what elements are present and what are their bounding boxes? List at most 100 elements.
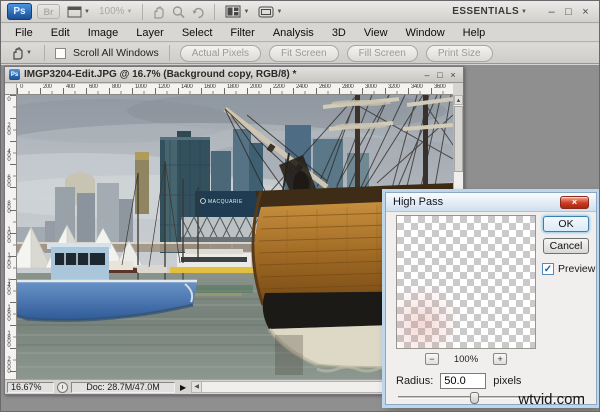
ruler-label: 0 xyxy=(6,97,12,101)
screen-mode-button[interactable]: ▼ xyxy=(256,6,284,18)
chevron-down-icon: ▼ xyxy=(84,8,90,15)
menu-item-image[interactable]: Image xyxy=(79,25,128,41)
document-titlebar[interactable]: Ps IMGP3204-Edit.JPG @ 16.7% (Background… xyxy=(5,67,463,83)
ruler-label: 800 xyxy=(6,201,12,213)
preview-option: ✓ Preview xyxy=(542,263,595,275)
scrollbar-thumb[interactable] xyxy=(454,106,463,172)
scroll-all-windows-checkbox[interactable] xyxy=(54,47,66,59)
ruler-label: 600 xyxy=(6,175,12,187)
zoom-out-button[interactable]: − xyxy=(424,353,439,365)
menu-bar: File Edit Image Layer Select Filter Analysis 3D… xyxy=(1,24,599,42)
menu-item-filter[interactable]: Filter xyxy=(221,25,263,41)
arrange-documents-button[interactable]: ▼ xyxy=(223,5,251,18)
preview-zoom-level: 100% xyxy=(453,353,479,365)
chevron-down-icon: ▼ xyxy=(243,8,250,15)
zoom-in-button[interactable]: + xyxy=(493,353,508,365)
photoshop-logo-icon: Ps xyxy=(7,3,32,20)
status-clock-icon xyxy=(57,381,68,393)
menu-item-layer[interactable]: Layer xyxy=(127,25,173,41)
cancel-button[interactable]: Cancel xyxy=(543,238,589,254)
status-zoom-field[interactable]: 16.67% xyxy=(7,381,54,393)
ruler-top: 0 200 400 600 800 1000 1200 1400 1600 1800 2000 220… xyxy=(17,84,453,95)
ruler-label: 3200 xyxy=(388,84,400,90)
menu-item-3d[interactable]: 3D xyxy=(323,25,355,41)
menu-item-window[interactable]: Window xyxy=(397,25,454,41)
radius-input[interactable] xyxy=(440,373,487,389)
high-pass-dialog: High Pass × OK Cancel ✓ Preview − 100% +… xyxy=(385,192,597,405)
document-title: IMGP3204-Edit.JPG @ 16.7% (Background co… xyxy=(24,69,297,80)
dialog-titlebar[interactable]: High Pass × xyxy=(386,193,596,212)
document-window-controls: – □ × xyxy=(421,70,459,80)
window-controls: – □ × xyxy=(544,6,593,18)
window-extras-icon xyxy=(67,6,82,17)
menu-item-analysis[interactable]: Analysis xyxy=(264,25,323,41)
screen-mode-icon xyxy=(258,6,274,17)
building-sign-text: MACQUARIE xyxy=(208,199,243,205)
menu-item-view[interactable]: View xyxy=(355,25,397,41)
workspace-switcher[interactable]: ESSENTIALS ▼ xyxy=(450,6,529,17)
fill-screen-button[interactable]: Fill Screen xyxy=(346,44,418,62)
ruler-label: 2000 xyxy=(6,357,12,373)
chevron-down-icon: ▼ xyxy=(26,50,32,56)
ruler-left: 0 200 400 600 800 1000 1200 1400 1600 1800 2000 xyxy=(5,95,17,379)
ruler-label: 2800 xyxy=(342,84,354,90)
ruler-label: 2000 xyxy=(250,84,262,90)
menu-item-help[interactable]: Help xyxy=(454,25,495,41)
ruler-label: 2200 xyxy=(273,84,285,90)
options-buttons: Actual Pixels Fit Screen Fill Screen Print … xyxy=(179,44,493,62)
hand-tool-icon xyxy=(13,47,23,60)
dialog-close-button[interactable]: × xyxy=(560,195,589,209)
menu-item-edit[interactable]: Edit xyxy=(42,25,79,41)
print-size-button[interactable]: Print Size xyxy=(425,44,493,62)
hand-tool-preset[interactable]: ▼ xyxy=(8,46,34,60)
doc-minimize-button[interactable]: – xyxy=(421,70,433,80)
app-titlebar[interactable]: Ps Br ▼ 100% ▼ ▼ ▼ ESSENTIALS ▼ – □ × xyxy=(1,1,599,23)
scroll-left-arrow[interactable]: ◀ xyxy=(192,382,203,392)
toolbar-divider xyxy=(43,45,45,61)
maximize-button[interactable]: □ xyxy=(561,6,576,18)
ruler-label: 2400 xyxy=(296,84,308,90)
ruler-label: 1800 xyxy=(6,331,12,347)
zoom-level-value: 100% xyxy=(98,6,125,17)
doc-close-button[interactable]: × xyxy=(447,70,459,80)
filter-preview-thumbnail[interactable] xyxy=(396,215,536,349)
ruler-label: 2600 xyxy=(319,84,331,90)
ruler-label: 400 xyxy=(6,149,12,161)
ruler-label: 600 xyxy=(89,84,98,90)
actual-pixels-button[interactable]: Actual Pixels xyxy=(179,44,261,62)
ruler-label: 1400 xyxy=(181,84,193,90)
toolbar-divider xyxy=(168,45,170,61)
menu-item-file[interactable]: File xyxy=(6,25,42,41)
ruler-label: 3400 xyxy=(411,84,423,90)
preview-checkbox[interactable]: ✓ xyxy=(542,263,554,275)
arrange-documents-icon xyxy=(225,5,241,18)
scroll-all-windows-label: Scroll All Windows xyxy=(72,47,159,59)
rotate-view-tool-icon[interactable] xyxy=(191,5,206,19)
minimize-button[interactable]: – xyxy=(544,6,559,18)
radius-unit-label: pixels xyxy=(493,375,522,387)
ruler-label: 400 xyxy=(66,84,75,90)
preview-zoom-controls: − 100% + xyxy=(396,353,536,365)
ok-button[interactable]: OK xyxy=(543,216,589,232)
launch-bridge-button[interactable]: Br xyxy=(37,4,60,19)
ruler-label: 1600 xyxy=(6,305,12,321)
ruler-label: 1800 xyxy=(227,84,239,90)
doc-maximize-button[interactable]: □ xyxy=(434,70,446,80)
fit-screen-button[interactable]: Fit Screen xyxy=(268,44,339,62)
zoom-tool-icon[interactable] xyxy=(171,5,186,19)
close-button[interactable]: × xyxy=(578,6,593,18)
hand-tool-icon[interactable] xyxy=(151,5,166,19)
radius-slider-thumb[interactable] xyxy=(470,392,479,404)
view-extras-button[interactable]: ▼ xyxy=(65,6,92,18)
ruler-label: 1200 xyxy=(6,253,12,269)
ruler-label: 1000 xyxy=(135,84,147,90)
ruler-label: 3600 xyxy=(434,84,446,90)
zoom-level-dropdown[interactable]: 100% ▼ xyxy=(97,6,135,17)
menu-item-select[interactable]: Select xyxy=(173,25,222,41)
chevron-down-icon: ▼ xyxy=(126,8,133,15)
status-flyout-arrow[interactable]: ▶ xyxy=(178,383,188,392)
scroll-up-arrow[interactable]: ▲ xyxy=(454,95,463,105)
chevron-down-icon: ▼ xyxy=(521,8,527,15)
radius-row: Radius: pixels xyxy=(396,373,521,389)
chevron-down-icon: ▼ xyxy=(276,8,283,15)
